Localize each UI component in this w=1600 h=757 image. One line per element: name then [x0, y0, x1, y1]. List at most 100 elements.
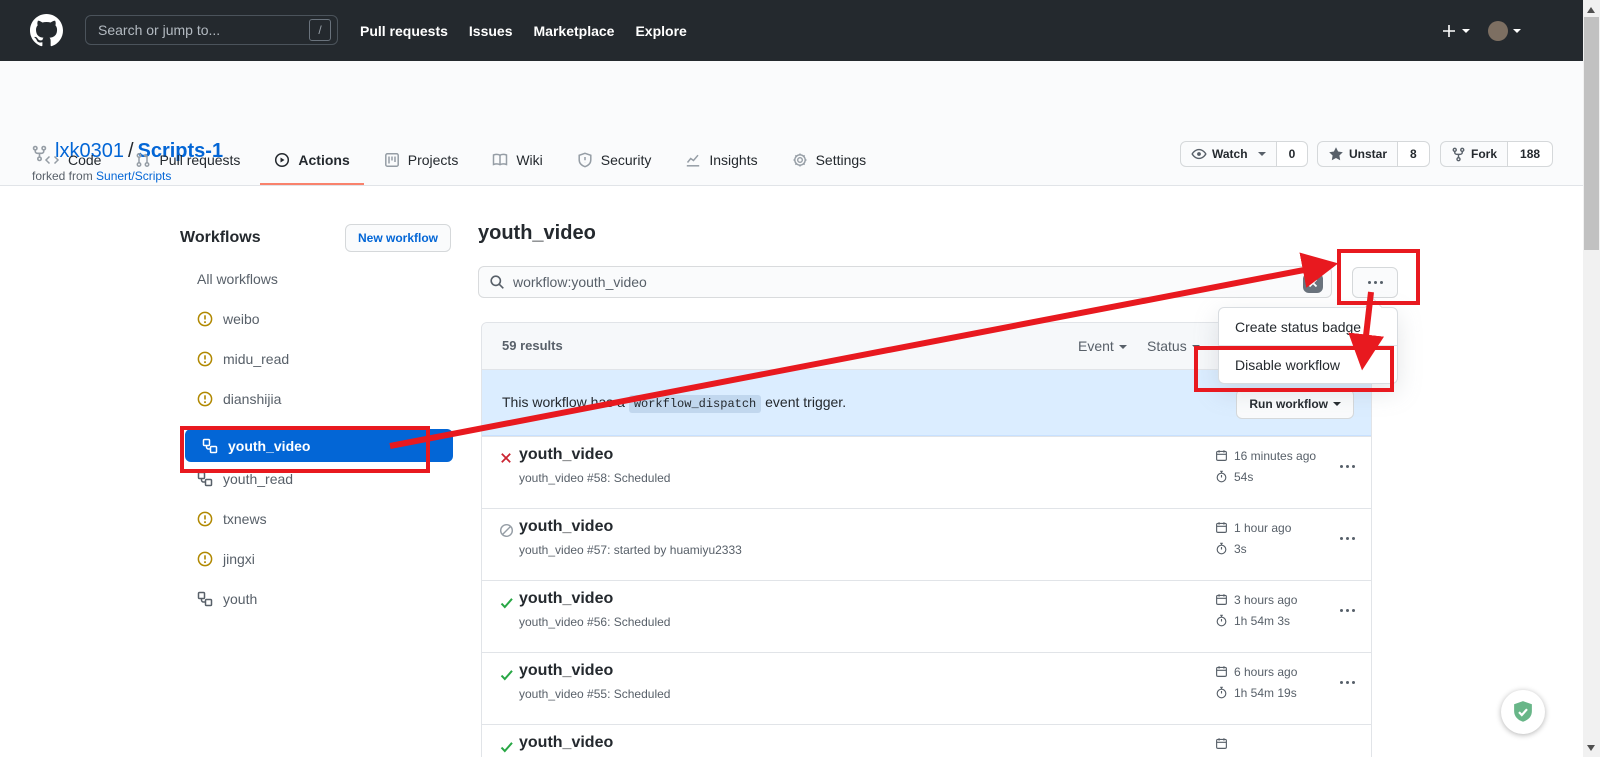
stopwatch-icon	[1215, 614, 1228, 627]
workflow-dispatch-code: workflow_dispatch	[629, 395, 761, 413]
unstar-button[interactable]: Unstar	[1317, 141, 1398, 167]
tab-security[interactable]: Security	[563, 137, 666, 185]
fork-button[interactable]: Fork	[1440, 141, 1508, 167]
tab-wiki[interactable]: Wiki	[478, 137, 556, 185]
run-kebab-button[interactable]	[1346, 537, 1349, 540]
run-workflow-button[interactable]: Run workflow	[1236, 389, 1354, 419]
run-title-link[interactable]: youth_video	[519, 662, 613, 680]
nav-marketplace[interactable]: Marketplace	[534, 23, 615, 39]
calendar-icon	[1215, 593, 1228, 606]
run-title-link[interactable]: youth_video	[519, 590, 613, 608]
sidebar-item-weibo[interactable]: weibo	[180, 299, 455, 339]
gear-icon	[792, 152, 808, 168]
sidebar-item-txnews[interactable]: txnews	[180, 499, 455, 539]
sidebar-item-jingxi[interactable]: jingxi	[180, 539, 455, 579]
graph-icon	[685, 152, 701, 168]
nav-explore[interactable]: Explore	[635, 23, 686, 39]
nav-issues[interactable]: Issues	[469, 23, 513, 39]
github-logo-icon[interactable]	[30, 14, 63, 47]
scroll-down-arrow-icon[interactable]	[1587, 745, 1595, 755]
sidebar-item-all-workflows[interactable]: All workflows	[180, 259, 455, 299]
stopwatch-icon	[1215, 542, 1228, 555]
warning-icon	[197, 311, 213, 327]
event-filter-dropdown[interactable]: Event	[1078, 338, 1127, 354]
watch-button[interactable]: Watch	[1180, 141, 1277, 167]
run-meta: 16 minutes ago 54s	[1215, 445, 1316, 487]
run-title-link[interactable]: youth_video	[519, 446, 613, 464]
nav-pull-requests[interactable]: Pull requests	[360, 23, 448, 39]
calendar-icon	[1215, 521, 1228, 534]
page-scrollbar[interactable]	[1583, 0, 1600, 757]
header-right-cluster	[1441, 0, 1521, 61]
github-actions-page: Search or jump to... / Pull requests Iss…	[0, 0, 1600, 757]
success-check-icon	[499, 667, 515, 688]
avatar-menu-button[interactable]	[1488, 21, 1521, 41]
caret-down-icon	[1513, 29, 1521, 37]
sidebar-item-youth[interactable]: youth	[180, 579, 455, 619]
magnifier-icon	[489, 274, 505, 290]
sidebar-item-midu-read[interactable]: midu_read	[180, 339, 455, 379]
kebab-icon	[1346, 537, 1349, 540]
avatar	[1488, 21, 1508, 41]
run-kebab-button[interactable]	[1346, 465, 1349, 468]
play-circle-icon	[274, 152, 290, 168]
workflow-icon	[197, 471, 213, 487]
workflow-runs-search-input[interactable]: workflow:youth_video	[478, 266, 1332, 298]
annotation-rect-kebab-button	[1337, 249, 1420, 305]
kebab-icon	[1346, 465, 1349, 468]
run-row-partial: youth_video	[482, 724, 1371, 757]
code-icon	[44, 152, 60, 168]
eye-icon	[1191, 146, 1207, 162]
fork-label: Fork	[1471, 147, 1497, 161]
tab-code[interactable]: Code	[30, 137, 115, 185]
run-kebab-button[interactable]	[1346, 681, 1349, 684]
run-row-57: youth_video youth_video #57: started by …	[482, 508, 1371, 580]
calendar-icon	[1215, 737, 1228, 750]
fork-count[interactable]: 188	[1508, 141, 1553, 167]
global-search-input[interactable]: Search or jump to... /	[85, 15, 338, 45]
annotation-rect-sidebar-youth-video	[180, 426, 430, 473]
caret-down-icon	[1258, 152, 1266, 160]
kebab-icon	[1346, 681, 1349, 684]
tab-actions[interactable]: Actions	[260, 137, 363, 185]
stopwatch-icon	[1215, 686, 1228, 699]
annotation-rect-disable-workflow	[1194, 346, 1394, 392]
cancelled-icon	[499, 523, 514, 543]
plus-menu-button[interactable]	[1441, 23, 1470, 39]
run-meta	[1215, 733, 1234, 754]
warning-icon	[197, 351, 213, 367]
adguard-shield-icon	[1510, 699, 1536, 725]
star-count[interactable]: 8	[1398, 141, 1430, 167]
clear-search-button[interactable]	[1303, 273, 1323, 293]
run-row-56: youth_video youth_video #56: Scheduled 3…	[482, 580, 1371, 652]
watch-count[interactable]: 0	[1277, 141, 1309, 167]
project-icon	[384, 152, 400, 168]
scroll-up-arrow-icon[interactable]	[1587, 3, 1595, 13]
run-meta: 1 hour ago 3s	[1215, 517, 1291, 559]
caret-down-icon	[1462, 29, 1470, 37]
run-title-link[interactable]: youth_video	[519, 518, 613, 536]
tab-pull-requests[interactable]: Pull requests	[121, 137, 254, 185]
plus-icon	[1441, 23, 1457, 39]
watch-label: Watch	[1212, 147, 1248, 161]
new-workflow-button[interactable]: New workflow	[345, 224, 451, 252]
warning-icon	[197, 511, 213, 527]
sidebar-item-dianshijia[interactable]: dianshijia	[180, 379, 455, 419]
tab-settings[interactable]: Settings	[778, 137, 881, 185]
run-subtitle: youth_video #58: Scheduled	[519, 471, 670, 485]
tab-insights[interactable]: Insights	[671, 137, 771, 185]
calendar-icon	[1215, 665, 1228, 678]
adguard-extension-badge[interactable]	[1501, 690, 1545, 734]
run-kebab-button[interactable]	[1346, 609, 1349, 612]
tab-projects[interactable]: Projects	[370, 137, 473, 185]
repo-header: lxk0301/Scripts-1 forked from Sunert/Scr…	[0, 61, 1583, 186]
status-filter-dropdown[interactable]: Status	[1147, 338, 1200, 354]
kebab-icon	[1346, 609, 1349, 612]
scrollbar-thumb[interactable]	[1584, 17, 1599, 250]
run-subtitle: youth_video #57: started by huamiyu2333	[519, 543, 742, 557]
star-icon	[1328, 146, 1344, 162]
run-title-link[interactable]: youth_video	[519, 734, 613, 752]
x-icon	[1308, 278, 1318, 288]
run-meta: 3 hours ago 1h 54m 3s	[1215, 589, 1297, 631]
fork-icon	[1451, 147, 1466, 162]
